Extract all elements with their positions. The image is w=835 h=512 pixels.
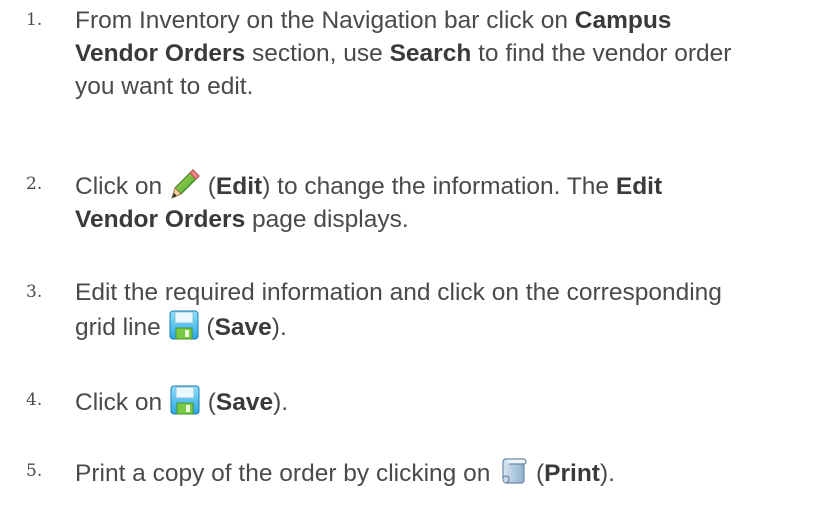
text-run: From Inventory on the Navigation bar cli… xyxy=(75,7,575,34)
text-run: ). xyxy=(599,460,615,487)
step-line: Click on (Edit) to change the informatio… xyxy=(75,168,830,203)
text-run: Edit the required information and click … xyxy=(75,279,722,306)
step-line: Click on (Save). xyxy=(75,384,830,419)
step-text: Print a copy of the order by clicking on… xyxy=(75,455,830,490)
floppy-disk-icon xyxy=(168,309,200,341)
bold-term-print: Print xyxy=(544,460,600,487)
text-run: Click on xyxy=(75,389,169,416)
text-run: Print a copy of the order by clicking on xyxy=(75,460,498,487)
text-run: ). xyxy=(271,314,287,341)
step-number: 3. xyxy=(26,282,43,302)
bold-term-edit: Edit xyxy=(215,173,263,200)
bold-term-search: Search xyxy=(389,40,472,67)
text-run: you want to edit. xyxy=(75,73,254,100)
bold-term-save: Save xyxy=(214,314,272,341)
text-run: ) to change the information. The xyxy=(262,173,616,200)
step-line: Vendor Orders page displays. xyxy=(75,203,830,236)
text-run: ( xyxy=(529,460,545,487)
text-run: page displays. xyxy=(245,206,409,233)
text-run: grid line xyxy=(75,314,168,341)
step-text: Click on (Edit) to change the informatio… xyxy=(75,168,830,236)
pencil-icon xyxy=(169,168,201,200)
bold-term-edit: Edit xyxy=(615,173,663,200)
step-line: Vendor Orders section, use Search to fin… xyxy=(75,37,830,70)
text-run: Click on xyxy=(75,173,169,200)
step-number: 5. xyxy=(26,461,43,481)
step-number: 2. xyxy=(26,174,43,194)
bold-term-vendor-orders: Vendor Orders xyxy=(75,206,246,233)
step-text: From Inventory on the Navigation bar cli… xyxy=(75,4,830,103)
floppy-disk-icon xyxy=(169,384,201,416)
step-text: Click on (Save). xyxy=(75,384,830,419)
step-number: 4. xyxy=(26,390,43,410)
bold-term-campus: Campus xyxy=(574,7,672,34)
step-number: 1. xyxy=(26,10,43,30)
bold-term-save: Save xyxy=(215,389,274,416)
bold-term-vendor-orders: Vendor Orders xyxy=(75,40,246,67)
text-run: ( xyxy=(200,389,216,416)
step-text: Edit the required information and click … xyxy=(75,276,830,344)
step-line: Print a copy of the order by clicking on… xyxy=(75,455,830,490)
text-run: ( xyxy=(199,314,215,341)
text-run: ). xyxy=(273,389,289,416)
step-line: grid line (Save). xyxy=(75,309,830,344)
text-run: ( xyxy=(200,173,216,200)
text-run: section, use xyxy=(245,40,390,67)
step-line: From Inventory on the Navigation bar cli… xyxy=(75,4,830,37)
text-run: to find the vendor order xyxy=(471,40,732,67)
step-line: you want to edit. xyxy=(75,70,830,103)
scroll-icon xyxy=(497,455,529,487)
step-line: Edit the required information and click … xyxy=(75,276,830,309)
